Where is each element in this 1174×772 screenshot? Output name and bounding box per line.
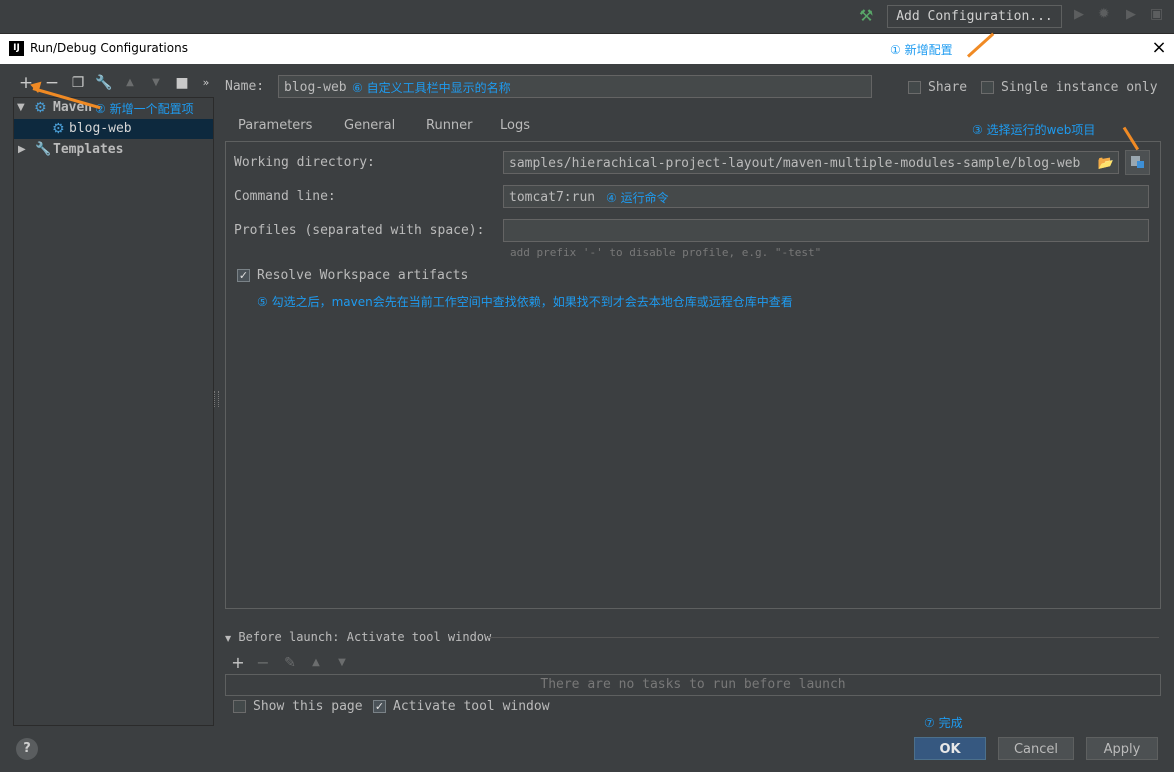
collapse-arrow-icon[interactable]: ▶: [18, 140, 26, 160]
config-tree: ▼ ⚙ Maven ⚙ blog-web ▶ 🔧 Templates: [13, 97, 214, 726]
annotation-3: ③ 选择运行的web项目: [972, 123, 1096, 137]
wrench-icon[interactable]: 🔧: [95, 72, 113, 94]
profile-icon[interactable]: ▣: [1150, 6, 1163, 22]
expand-arrow-icon[interactable]: ▼: [17, 98, 25, 118]
command-line-value: tomcat7:run: [509, 190, 596, 205]
tab-parameters[interactable]: Parameters: [228, 117, 323, 144]
wrench-icon: 🔧: [35, 142, 52, 157]
dialog-title: Run/Debug Configurations: [30, 41, 188, 55]
profiles-input[interactable]: [503, 219, 1149, 242]
apply-button[interactable]: Apply: [1086, 737, 1158, 760]
annotation-5: ⑤ 勾选之后，maven会先在当前工作空间中查找依赖，如果找不到才会去本地仓库或…: [257, 295, 793, 309]
copy-icon[interactable]: ❐: [69, 72, 87, 94]
debug-icon[interactable]: ✹: [1098, 6, 1110, 22]
splitter-handle[interactable]: [214, 391, 219, 407]
before-launch-task-list: There are no tasks to run before launch: [225, 674, 1161, 696]
profiles-hint: add prefix '-' to disable profile, e.g. …: [510, 246, 822, 259]
annotation-1: ① 新增配置: [890, 43, 953, 57]
add-configuration-button[interactable]: Add Configuration...: [887, 5, 1062, 28]
dialog-title-bar: IJ Run/Debug Configurations ×: [0, 34, 1174, 64]
command-line-input[interactable]: tomcat7:run: [503, 185, 1149, 208]
tab-logs[interactable]: Logs: [500, 117, 530, 141]
command-line-label: Command line:: [234, 189, 336, 204]
tree-item-blog-web[interactable]: ⚙ blog-web: [14, 119, 213, 139]
before-launch-title: Before launch: Activate tool window: [238, 630, 492, 644]
resolve-workspace-checkbox[interactable]: ✓: [237, 269, 250, 282]
annotation-7: ⑦ 完成: [924, 716, 963, 730]
share-label: Share: [928, 80, 968, 95]
ide-toolbar: ⚒ Add Configuration... ▶ ✹ ▶ ▣: [0, 0, 1174, 34]
separator: [488, 637, 1159, 638]
name-label: Name:: [225, 79, 265, 94]
help-button[interactable]: ?: [16, 738, 38, 760]
collapse-triangle-icon: ▼: [225, 634, 232, 643]
tree-item-templates[interactable]: ▶ 🔧 Templates: [14, 140, 213, 160]
close-icon[interactable]: ×: [1148, 37, 1170, 59]
move-down-icon[interactable]: ▼: [147, 72, 165, 94]
before-launch-header[interactable]: ▼ Before launch: Activate tool window: [225, 630, 491, 644]
move-up-icon[interactable]: ▲: [121, 72, 139, 94]
build-hammer-icon[interactable]: ⚒: [859, 6, 873, 25]
show-page-checkbox[interactable]: [233, 700, 246, 713]
working-directory-input[interactable]: samples/hierachical-project-layout/maven…: [503, 151, 1119, 174]
run-coverage-icon[interactable]: ▶: [1126, 7, 1136, 22]
tree-item-label: blog-web: [69, 121, 132, 136]
folder-browse-icon[interactable]: 📂: [1098, 152, 1114, 173]
annotation-6: ⑥ 自定义工具栏中显示的名称: [352, 81, 511, 95]
annotation-2: ② 新增一个配置项: [95, 102, 194, 116]
share-checkbox[interactable]: [908, 81, 921, 94]
single-instance-label: Single instance only: [1001, 80, 1158, 95]
run-icon[interactable]: ▶: [1074, 7, 1084, 22]
tree-item-label: Templates: [53, 142, 124, 157]
resolve-workspace-label: Resolve Workspace artifacts: [257, 268, 469, 283]
move-up-icon[interactable]: ▲: [307, 652, 325, 674]
show-page-label: Show this page: [253, 699, 363, 714]
working-directory-value: samples/hierachical-project-layout/maven…: [509, 156, 1081, 171]
working-directory-label: Working directory:: [234, 155, 375, 170]
select-module-button[interactable]: [1125, 150, 1150, 175]
maven-gear-icon: ⚙: [34, 100, 47, 116]
activate-tool-window-label: Activate tool window: [393, 699, 550, 714]
parameters-panel: Working directory: samples/hierachical-p…: [225, 141, 1161, 609]
intellij-app-icon: IJ: [9, 41, 24, 56]
activate-tool-window-checkbox[interactable]: ✓: [373, 700, 386, 713]
cancel-button[interactable]: Cancel: [998, 737, 1074, 760]
maven-gear-icon: ⚙: [52, 121, 65, 137]
profiles-label: Profiles (separated with space):: [234, 223, 485, 238]
edit-task-icon[interactable]: ✎: [281, 652, 299, 674]
tab-runner[interactable]: Runner: [426, 117, 473, 141]
name-value: blog-web: [284, 80, 347, 95]
add-task-icon[interactable]: +: [229, 652, 247, 674]
tab-general[interactable]: General: [344, 117, 395, 141]
ok-button[interactable]: OK: [914, 737, 986, 760]
empty-task-text: There are no tasks to run before launch: [540, 677, 846, 692]
move-down-icon[interactable]: ▼: [333, 652, 351, 674]
new-folder-icon[interactable]: ■: [173, 72, 191, 94]
single-instance-checkbox[interactable]: [981, 81, 994, 94]
more-icon[interactable]: »: [197, 72, 215, 94]
module-badge-icon: [1137, 161, 1144, 168]
before-launch-toolbar: + − ✎ ▲ ▼: [226, 652, 366, 672]
remove-task-icon[interactable]: −: [254, 652, 272, 674]
annotation-4: ④ 运行命令: [606, 191, 669, 205]
